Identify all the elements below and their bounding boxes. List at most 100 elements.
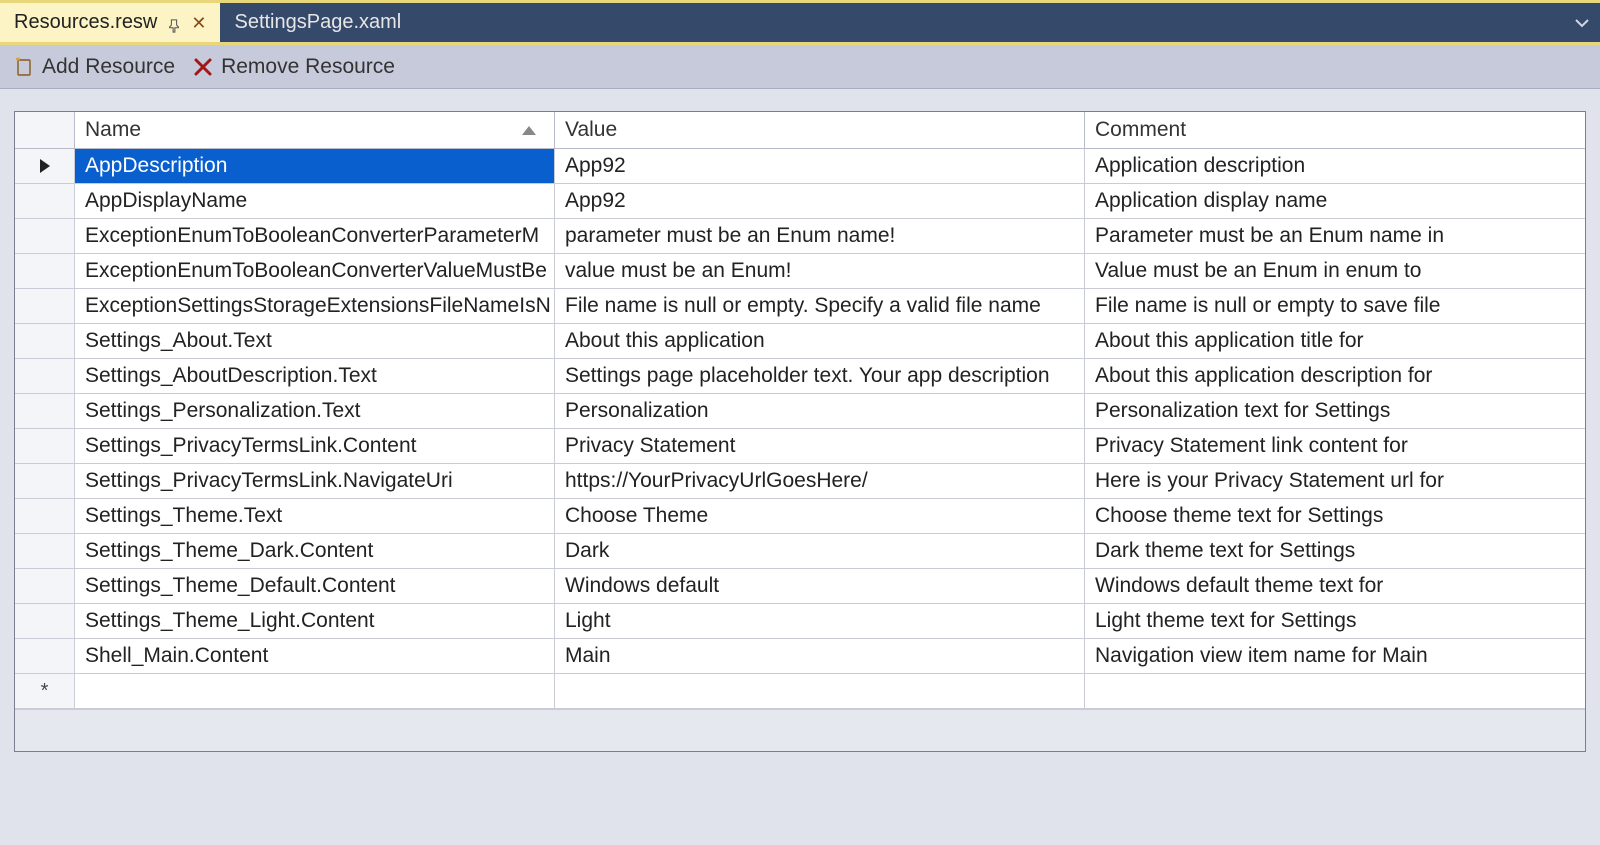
grid-header: Name Value Comment [15,112,1585,149]
table-row[interactable]: Settings_Theme.TextChoose ThemeChoose th… [15,499,1585,534]
cell-name[interactable]: AppDescription [75,149,555,183]
table-row[interactable]: Settings_Theme_Default.ContentWindows de… [15,569,1585,604]
tab-settingspage-xaml[interactable]: SettingsPage.xaml [220,3,415,42]
row-gutter [15,534,75,568]
cell-comment[interactable]: Choose theme text for Settings [1085,499,1585,533]
cell-name[interactable]: Settings_Theme.Text [75,499,555,533]
cell-name[interactable]: Settings_Personalization.Text [75,394,555,428]
row-gutter [15,184,75,218]
table-row[interactable]: Shell_Main.ContentMainNavigation view it… [15,639,1585,674]
cell-comment[interactable]: Parameter must be an Enum name in [1085,219,1585,253]
cell-name[interactable]: Settings_About.Text [75,324,555,358]
row-gutter [15,324,75,358]
table-row[interactable]: ExceptionEnumToBooleanConverterParameter… [15,219,1585,254]
tab-overflow-dropdown[interactable] [1564,3,1600,42]
cell-value[interactable]: Privacy Statement [555,429,1085,463]
remove-resource-icon [193,57,213,77]
cell-value[interactable] [555,674,1085,708]
cell-value[interactable]: Light [555,604,1085,638]
cell-name[interactable]: Settings_Theme_Light.Content [75,604,555,638]
row-gutter [15,499,75,533]
cell-name[interactable]: ExceptionSettingsStorageExtensionsFileNa… [75,289,555,323]
cell-comment[interactable]: Value must be an Enum in enum to [1085,254,1585,288]
cell-name[interactable]: Settings_PrivacyTermsLink.Content [75,429,555,463]
table-row[interactable]: Settings_Personalization.TextPersonaliza… [15,394,1585,429]
cell-name[interactable]: Settings_PrivacyTermsLink.NavigateUri [75,464,555,498]
table-row[interactable]: ExceptionEnumToBooleanConverterValueMust… [15,254,1585,289]
cell-value[interactable]: Windows default [555,569,1085,603]
cell-value[interactable]: value must be an Enum! [555,254,1085,288]
cell-name[interactable]: Settings_AboutDescription.Text [75,359,555,393]
row-gutter [15,359,75,393]
column-header-value[interactable]: Value [555,112,1085,148]
cell-comment[interactable] [1085,674,1585,708]
cell-value[interactable]: About this application [555,324,1085,358]
cell-value[interactable]: App92 [555,149,1085,183]
table-row[interactable]: AppDisplayNameApp92Application display n… [15,184,1585,219]
row-gutter [15,219,75,253]
editor-window: Resources.resw ✕ SettingsPage.xaml Add R… [0,0,1600,845]
cell-comment[interactable]: About this application description for [1085,359,1585,393]
cell-comment[interactable]: Application description [1085,149,1585,183]
table-row[interactable]: Settings_PrivacyTermsLink.ContentPrivacy… [15,429,1585,464]
cell-comment[interactable]: Windows default theme text for [1085,569,1585,603]
table-row[interactable]: Settings_Theme_Dark.ContentDarkDark them… [15,534,1585,569]
cell-value[interactable]: Choose Theme [555,499,1085,533]
table-row[interactable]: AppDescriptionApp92Application descripti… [15,149,1585,184]
cell-comment[interactable]: Navigation view item name for Main [1085,639,1585,673]
cell-value[interactable]: Main [555,639,1085,673]
resource-grid[interactable]: Name Value Comment AppDescriptionApp92Ap… [14,111,1586,752]
cell-value[interactable]: parameter must be an Enum name! [555,219,1085,253]
cell-comment[interactable]: Personalization text for Settings [1085,394,1585,428]
cell-comment[interactable]: About this application title for [1085,324,1585,358]
cell-value[interactable]: File name is null or empty. Specify a va… [555,289,1085,323]
cell-comment[interactable]: File name is null or empty to save file [1085,289,1585,323]
row-gutter: * [15,674,75,708]
cell-name[interactable]: Settings_Theme_Default.Content [75,569,555,603]
table-row[interactable]: ExceptionSettingsStorageExtensionsFileNa… [15,289,1585,324]
cell-value[interactable]: https://YourPrivacyUrlGoesHere/ [555,464,1085,498]
cell-name[interactable]: ExceptionEnumToBooleanConverterValueMust… [75,254,555,288]
close-icon[interactable]: ✕ [191,14,206,32]
cell-name[interactable]: Shell_Main.Content [75,639,555,673]
pin-icon[interactable] [167,16,181,30]
cell-value[interactable]: Personalization [555,394,1085,428]
cell-comment[interactable]: Privacy Statement link content for [1085,429,1585,463]
cell-value[interactable]: Settings page placeholder text. Your app… [555,359,1085,393]
cell-name[interactable]: ExceptionEnumToBooleanConverterParameter… [75,219,555,253]
header-gutter [15,112,75,148]
cell-comment[interactable]: Dark theme text for Settings [1085,534,1585,568]
column-header-label: Name [85,118,141,142]
column-header-comment[interactable]: Comment [1085,112,1585,148]
row-gutter [15,289,75,323]
cell-value[interactable]: App92 [555,184,1085,218]
table-row[interactable]: Settings_About.TextAbout this applicatio… [15,324,1585,359]
cell-value[interactable]: Dark [555,534,1085,568]
row-gutter [15,604,75,638]
column-header-name[interactable]: Name [75,112,555,148]
row-gutter [15,149,75,183]
cell-name[interactable] [75,674,555,708]
remove-resource-button[interactable]: Remove Resource [193,55,395,79]
tab-label: SettingsPage.xaml [234,11,401,34]
row-gutter [15,254,75,288]
cell-name[interactable]: Settings_Theme_Dark.Content [75,534,555,568]
add-resource-button[interactable]: Add Resource [14,55,175,79]
tab-strip: Resources.resw ✕ SettingsPage.xaml [0,0,1600,42]
table-row[interactable]: Settings_PrivacyTermsLink.NavigateUrihtt… [15,464,1585,499]
row-gutter [15,464,75,498]
grid-body: AppDescriptionApp92Application descripti… [15,149,1585,709]
new-row[interactable]: * [15,674,1585,709]
row-gutter [15,639,75,673]
add-resource-icon [14,57,34,77]
table-row[interactable]: Settings_Theme_Light.ContentLightLight t… [15,604,1585,639]
table-row[interactable]: Settings_AboutDescription.TextSettings p… [15,359,1585,394]
cell-comment[interactable]: Here is your Privacy Statement url for [1085,464,1585,498]
toolbar: Add Resource Remove Resource [0,45,1600,89]
tab-resources-resw[interactable]: Resources.resw ✕ [0,3,220,42]
row-indicator-icon [40,159,50,173]
cell-comment[interactable]: Light theme text for Settings [1085,604,1585,638]
row-gutter [15,569,75,603]
cell-name[interactable]: AppDisplayName [75,184,555,218]
cell-comment[interactable]: Application display name [1085,184,1585,218]
